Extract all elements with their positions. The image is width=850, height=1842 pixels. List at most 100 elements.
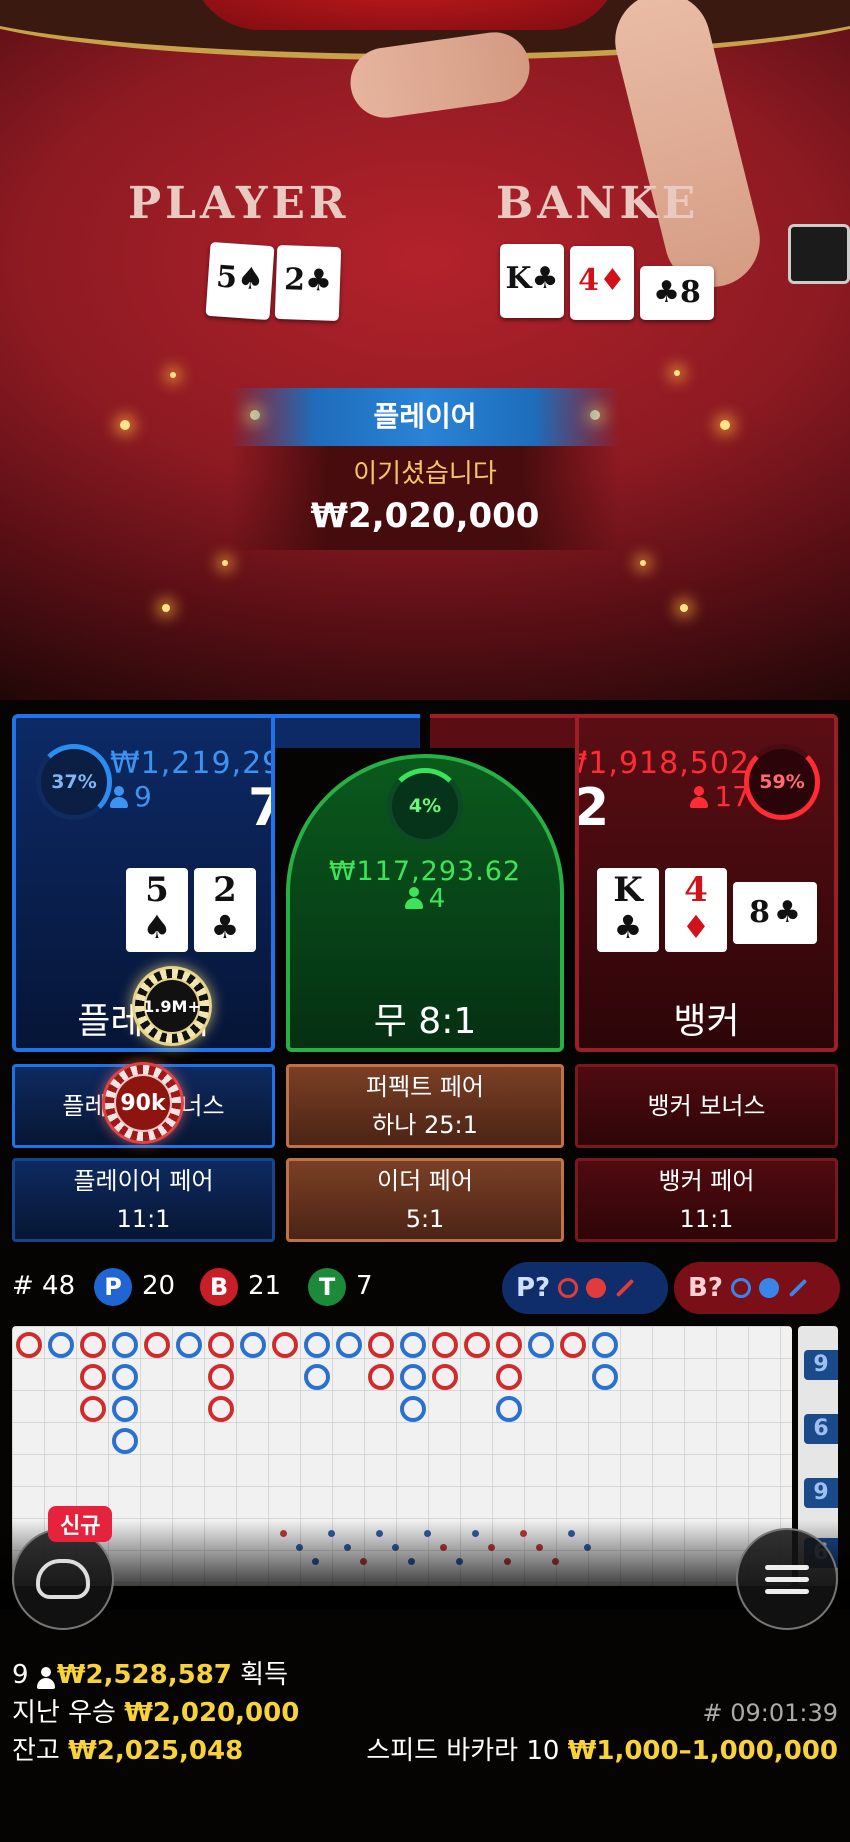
sparkle [222,560,228,566]
sparkle [640,560,646,566]
roadmap-marker [496,1364,522,1390]
bead-road-cell: 9 [804,1478,838,1508]
roadmap-marker [592,1364,618,1390]
card-shoe [788,224,850,284]
bet-spot-perfect-pair[interactable]: 퍼펙트 페어 하나 25:1 [286,1064,564,1148]
big-eye-blue-icon [730,1278,751,1298]
winner-label: 플레이어 [230,388,620,446]
player-pair-label: 플레이어 페어 [73,1167,214,1195]
roadmap-marker [368,1364,394,1390]
player-total-bet: ₩1,219,293 [110,746,271,781]
bet-spot-either-pair[interactable]: 이더 페어 5:1 [286,1158,564,1242]
bet-spot-banker[interactable]: 59% ₩1,918,502 17 2 K ♣ 4 ♦ 8 ♣ 뱅커 [575,714,838,1052]
win-banner: 플레이어 이기셨습니다 ₩2,020,000 [230,388,620,550]
banker-wins-stat: B 21 [200,1262,281,1310]
person-icon [36,1667,55,1689]
bead-road-cell: 6 [804,1414,838,1444]
roadmap-marker [240,1332,266,1358]
banker-spot-label: 뱅커 [673,1001,740,1042]
roadmap-marker [208,1332,234,1358]
lobby-button[interactable] [12,1528,114,1630]
sparkle [674,370,680,376]
player-card-1: 5 ♠ [126,868,188,952]
bet-spot-banker-pair[interactable]: 뱅커 페어 11:1 [575,1158,838,1242]
roadmap-marker [432,1332,458,1358]
live-video-stream: PLAYER BANKE 5♠ 2♣ K♣ 4♦ ♣8 플레이어 이기셨습니다 … [0,0,850,700]
player-bet-chip: 1.9M+ [132,966,212,1046]
banker-total-bet: ₩1,918,502 [575,746,750,781]
predict-banker-button[interactable]: B? [674,1262,840,1314]
hamburger-icon [765,1558,809,1601]
sparkle [120,420,130,430]
bet-spot-tie[interactable]: 4% ₩117,293.62 4 무 8:1 [286,754,564,1052]
dealt-card-banker-3: ♣8 [640,266,714,320]
banker-card-1: K ♣ [597,868,659,952]
banker-pair-label: 뱅커 페어 [658,1167,755,1195]
perfect-pair-label: 퍼펙트 페어 [365,1073,485,1101]
new-badge: 신규 [48,1506,113,1542]
player-score: 7 [248,778,271,838]
dealt-card-banker-1: K♣ [500,244,564,318]
small-road-red-icon [586,1278,607,1298]
banker-card-3: 8 ♣ [733,882,817,944]
player-spot-edge [270,714,420,748]
small-road-blue-icon [758,1278,779,1298]
round-number: # 48 [12,1271,76,1301]
banker-bettor-count: 17 [690,780,750,813]
roadmap-marker [272,1332,298,1358]
banker-pair-odds: 11:1 [679,1205,734,1233]
table-label-banker: BANKE [496,178,700,229]
roadmap-marker [592,1332,618,1358]
bet-spot-banker-bonus[interactable]: 뱅커 보너스 [575,1064,838,1148]
predict-player-button[interactable]: P? [502,1262,668,1314]
either-pair-odds: 5:1 [405,1205,445,1233]
balance: 잔고 ₩2,025,048 [12,1736,244,1766]
roadmap-marker [336,1332,362,1358]
bet-spot-player-pair[interactable]: 플레이어 페어 11:1 [12,1158,275,1242]
bead-road-cell: 9 [804,1350,838,1380]
round-stats: # 48 P 20 B 21 T7 P? B? [12,1262,840,1314]
table-label-player: PLAYER [128,178,350,229]
roadmap-marker [400,1332,426,1358]
roadmap-marker [176,1332,202,1358]
either-pair-label: 이더 페어 [377,1167,473,1195]
banker-percent-ring: 59% [744,744,820,820]
player-pair-odds: 11:1 [116,1205,171,1233]
person-icon [404,887,423,909]
banker-spot-edge [430,714,580,748]
roadmap-marker [304,1332,330,1358]
roadmap-marker [112,1396,138,1422]
menu-button[interactable] [736,1528,838,1630]
banker-bonus-label: 뱅커 보너스 [647,1092,766,1120]
perfect-pair-odds: 하나 25:1 [372,1111,478,1139]
roadmap-marker [112,1332,138,1358]
roadmap-marker [208,1396,234,1422]
roadmap-marker [368,1332,394,1358]
bottom-fade [0,1520,850,1610]
roadmap-marker [496,1332,522,1358]
roadmap-marker [400,1396,426,1422]
roadmap-marker [432,1364,458,1390]
big-eye-red-icon [558,1278,579,1298]
roadmap-marker [80,1396,106,1422]
win-message: 이기셨습니다 [353,459,497,489]
roadmap-marker [560,1332,586,1358]
tie-dot-icon: T [308,1267,346,1306]
table-info: 스피드 바카라 10 ₩1,000–1,000,000 [366,1736,838,1766]
tie-percent-ring: 4% [387,768,463,844]
sparkle [170,372,176,378]
roadmap-marker [464,1332,490,1358]
dealt-card-player-1: 5♠ [205,241,275,321]
banker-card-2: 4 ♦ [665,868,727,952]
roadmap-marker [16,1332,42,1358]
sparkle [680,604,688,612]
player-bonus-chip: 90k [102,1062,184,1144]
roadmap-marker [80,1332,106,1358]
roadmap-marker [400,1364,426,1390]
sparkle [162,604,170,612]
player-card-2: 2 ♣ [194,868,256,952]
last-win: 지난 우승 ₩2,020,000 [12,1698,300,1728]
game-time: # 09:01:39 [702,1699,838,1727]
tie-spot-label: 무 8:1 [373,1001,477,1042]
dealt-card-player-2: 2♣ [274,244,342,322]
